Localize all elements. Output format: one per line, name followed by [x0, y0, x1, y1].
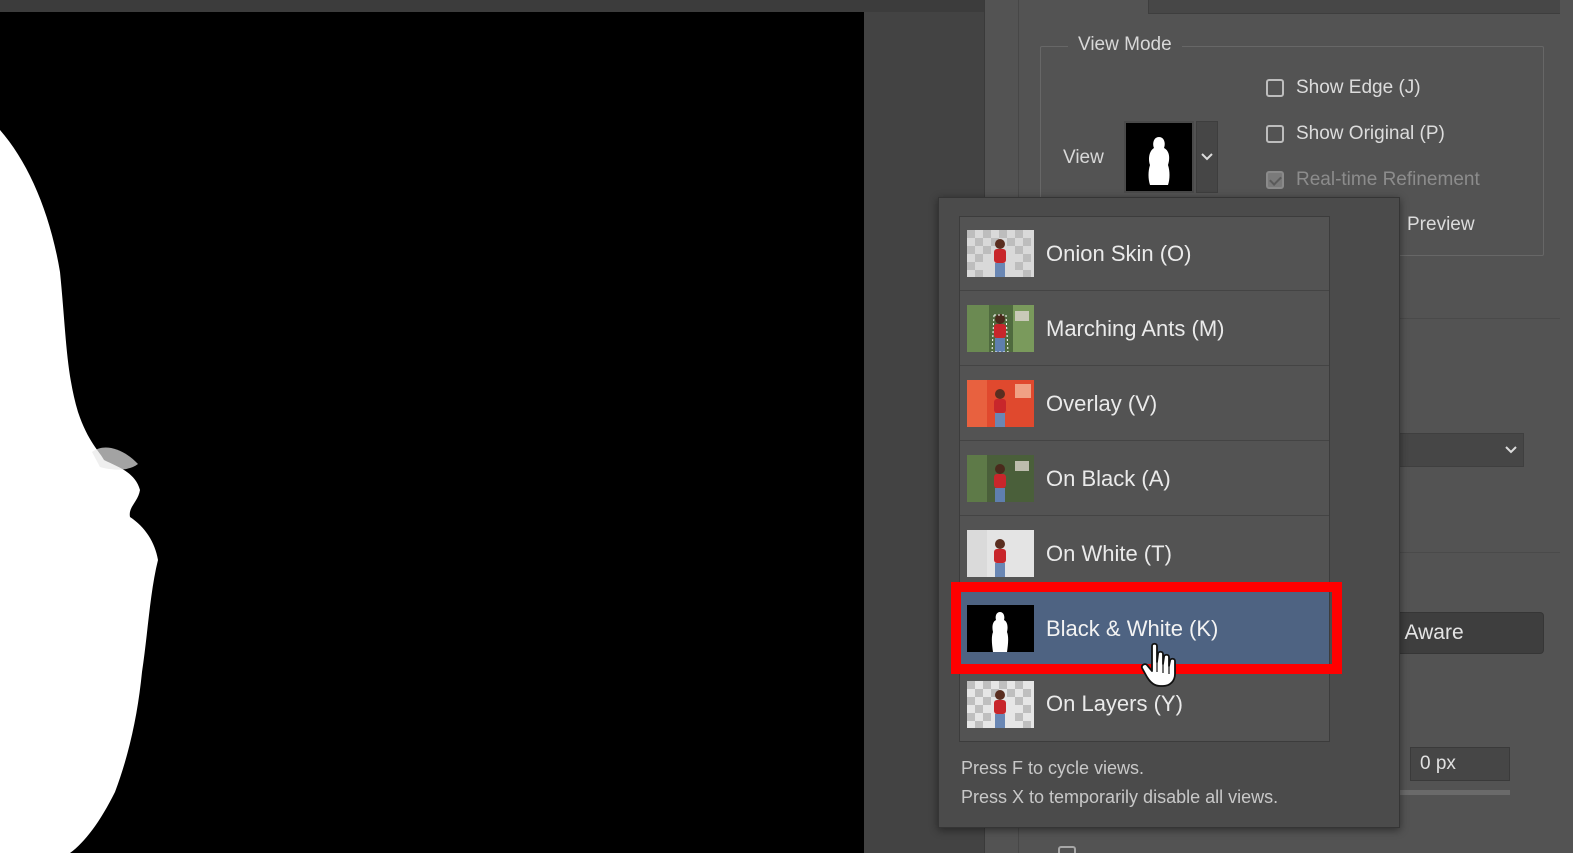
menu-item-black-white[interactable]: Black & White (K) — [960, 592, 1329, 666]
menu-item-marching-ants[interactable]: Marching Ants (M) — [960, 292, 1329, 366]
panel-separator — [1400, 318, 1560, 319]
menu-item-label: Black & White (K) — [1046, 615, 1219, 641]
realtime-refinement-checkbox — [1266, 171, 1284, 189]
radius-input[interactable]: 0 px — [1410, 747, 1510, 781]
menu-item-label: Onion Skin (O) — [1046, 240, 1192, 266]
view-mode-legend: View Mode — [1068, 34, 1182, 56]
on-layers-thumbnail — [967, 680, 1034, 728]
realtime-refinement-label: Real-time Refinement — [1296, 169, 1480, 190]
realtime-refinement-row: Real-time Refinement — [1266, 169, 1480, 191]
show-edge-row[interactable]: Show Edge (J) — [1266, 77, 1421, 99]
view-dropdown-button[interactable] — [1196, 121, 1218, 193]
mode-select-dropdown[interactable] — [1400, 433, 1524, 467]
radius-slider[interactable] — [1400, 790, 1510, 795]
smart-radius-checkbox[interactable] — [1058, 846, 1076, 853]
cycle-views-hint: Press F to cycle views. — [961, 758, 1145, 778]
onion-skin-thumbnail — [967, 230, 1034, 277]
subject-mask-silhouette — [0, 130, 158, 853]
black-white-thumbnail — [967, 605, 1034, 652]
show-edge-checkbox[interactable] — [1266, 79, 1284, 97]
view-label: View — [1063, 147, 1104, 168]
menu-item-label: Overlay (V) — [1046, 390, 1158, 416]
menu-item-onion-skin[interactable]: Onion Skin (O) — [960, 217, 1329, 291]
menu-item-on-white[interactable]: On White (T) — [960, 517, 1329, 591]
document-canvas[interactable] — [0, 12, 864, 853]
disable-views-hint: Press X to temporarily disable all views… — [961, 787, 1279, 807]
chevron-down-icon — [1505, 446, 1517, 454]
show-original-label: Show Original (P) — [1296, 123, 1445, 144]
menu-item-on-black[interactable]: On Black (A) — [960, 442, 1329, 516]
object-aware-button[interactable]: t Aware — [1380, 612, 1544, 654]
menu-item-overlay[interactable]: Overlay (V) — [960, 367, 1329, 441]
menu-item-label: On White (T) — [1046, 540, 1172, 566]
menu-item-label: Marching Ants (M) — [1046, 315, 1225, 341]
silhouette-icon — [1148, 137, 1170, 185]
show-original-row[interactable]: Show Original (P) — [1266, 123, 1445, 145]
chevron-down-icon — [1201, 153, 1213, 161]
menu-item-label: On Layers (Y) — [1046, 691, 1183, 716]
show-original-checkbox[interactable] — [1266, 125, 1284, 143]
view-thumbnail[interactable] — [1124, 121, 1194, 193]
overlay-thumbnail — [967, 380, 1034, 427]
menu-item-on-layers[interactable]: On Layers (Y) — [960, 667, 1329, 741]
preview-label[interactable]: Preview — [1407, 214, 1475, 236]
on-black-thumbnail — [967, 455, 1034, 502]
show-edge-label: Show Edge (J) — [1296, 77, 1421, 98]
on-white-thumbnail — [967, 530, 1034, 577]
marching-ants-thumbnail — [967, 305, 1034, 352]
panel-separator — [1400, 552, 1560, 553]
menu-item-label: On Black (A) — [1046, 465, 1171, 491]
panel-header-strip — [1148, 0, 1560, 14]
